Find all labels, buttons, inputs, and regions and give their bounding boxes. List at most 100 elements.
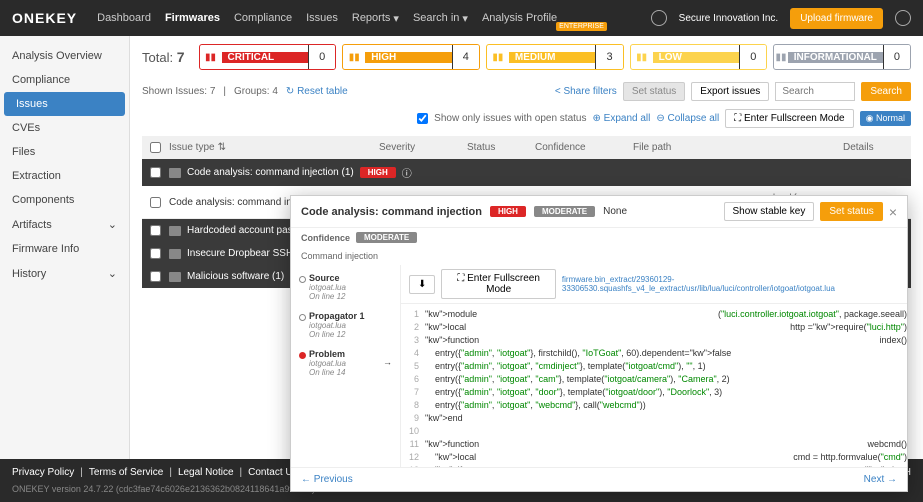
download-icon[interactable]: ⬇	[409, 275, 435, 294]
show-stable-key-button[interactable]: Show stable key	[724, 202, 815, 221]
arrow-right-icon: →	[383, 357, 392, 367]
close-icon[interactable]: ×	[889, 204, 897, 220]
nav-analysis-profile[interactable]: Analysis ProfileENTERPRISE	[482, 12, 607, 25]
nav-reports[interactable]: Reports ▾	[352, 12, 399, 25]
sidebar-item-files[interactable]: Files	[0, 140, 129, 164]
table-header: Issue type ⇅ Severity Status Confidence …	[142, 136, 911, 159]
main-nav: Dashboard Firmwares Compliance Issues Re…	[97, 12, 607, 25]
nav-firmwares[interactable]: Firmwares	[165, 12, 220, 25]
code-area[interactable]: 1"kw">module("luci.controller.iotgoat.io…	[401, 304, 907, 467]
severity-pill: HIGH	[490, 206, 526, 217]
nav-search-in[interactable]: Search in ▾	[413, 12, 468, 25]
upload-firmware-button[interactable]: Upload firmware	[790, 8, 883, 29]
sidebar-item-history[interactable]: History⌄	[0, 261, 129, 286]
previous-link[interactable]: ← Previous	[301, 474, 353, 485]
info-icon[interactable]: ⓘ	[402, 165, 412, 180]
shown-issues-label: Shown Issues: 7	[142, 86, 215, 97]
trace-problem[interactable]: Problem iotgoat.lua On line 14 →	[299, 349, 392, 377]
folder-icon	[169, 168, 181, 178]
stat-high[interactable]: ▮▮HIGH4	[342, 44, 480, 70]
folder-icon	[169, 272, 181, 282]
fullscreen-button[interactable]: ⛶ Enter Fullscreen Mode	[725, 109, 853, 128]
sidebar-item-issues[interactable]: Issues	[4, 92, 125, 116]
modal-header: Code analysis: command injection HIGH MO…	[291, 196, 907, 228]
group-checkbox[interactable]	[150, 167, 161, 178]
set-status-button[interactable]: Set status	[623, 82, 685, 101]
company-name: Secure Innovation Inc.	[679, 13, 779, 24]
bar-icon: ▮▮	[343, 52, 365, 63]
col-issue-type[interactable]: Issue type ⇅	[169, 142, 371, 153]
sidebar-item-extraction[interactable]: Extraction	[0, 164, 129, 188]
footer-privacy[interactable]: Privacy Policy	[12, 467, 74, 478]
total-count: Total: 7	[142, 49, 185, 65]
sidebar-item-compliance[interactable]: Compliance	[0, 68, 129, 92]
next-link[interactable]: Next →	[864, 474, 897, 485]
normal-badge[interactable]: ◉ Normal	[860, 111, 911, 126]
footer-terms[interactable]: Terms of Service	[89, 467, 163, 478]
stat-critical[interactable]: ▮▮CRITICAL0	[199, 44, 337, 70]
share-filters-link[interactable]: < Share filters	[555, 86, 617, 97]
bar-icon: ▮▮	[487, 52, 509, 63]
code-fullscreen-button[interactable]: ⛶ Enter Fullscreen Mode	[441, 269, 556, 299]
sidebar-item-firmware-info[interactable]: Firmware Info	[0, 237, 129, 261]
stat-low[interactable]: ▮▮LOW0	[630, 44, 768, 70]
folder-icon	[169, 226, 181, 236]
group-checkbox[interactable]	[150, 248, 161, 259]
filter-toolbar: Shown Issues: 7 | Groups: 4 ↻ Reset tabl…	[142, 82, 911, 101]
search-input[interactable]	[775, 82, 855, 101]
code-file-path: firmware.bin_extract/29360129-33306530.s…	[562, 275, 899, 293]
trace-propagator[interactable]: Propagator 1 iotgoat.lua On line 12	[299, 311, 392, 339]
select-all-checkbox[interactable]	[150, 142, 161, 153]
top-header: ONEKEY Dashboard Firmwares Compliance Is…	[0, 0, 923, 36]
col-status[interactable]: Status	[467, 142, 527, 153]
col-details[interactable]: Details	[843, 142, 903, 153]
severity-stats: Total: 7 ▮▮CRITICAL0 ▮▮HIGH4 ▮▮MEDIUM3 ▮…	[142, 44, 911, 70]
show-open-checkbox[interactable]	[417, 113, 428, 124]
sidebar-item-overview[interactable]: Analysis Overview	[0, 44, 129, 68]
group-checkbox[interactable]	[150, 271, 161, 282]
trace-panel: Source iotgoat.lua On line 12 Propagator…	[291, 265, 401, 467]
stat-info[interactable]: ▮▮INFORMATIONAL0	[773, 44, 911, 70]
row-checkbox[interactable]	[150, 197, 161, 208]
bar-icon: ▮▮	[631, 52, 653, 63]
export-issues-button[interactable]: Export issues	[691, 82, 769, 101]
trace-source[interactable]: Source iotgoat.lua On line 12	[299, 273, 392, 301]
code-toolbar: ⬇ ⛶ Enter Fullscreen Mode firmware.bin_e…	[401, 265, 907, 304]
logo: ONEKEY	[12, 10, 77, 26]
show-open-label: Show only issues with open status	[434, 113, 586, 124]
col-severity[interactable]: Severity	[379, 142, 459, 153]
expand-all-link[interactable]: ⊕ Expand all	[592, 113, 650, 124]
issue-detail-modal: Code analysis: command injection HIGH MO…	[290, 195, 908, 492]
sidebar-item-cves[interactable]: CVEs	[0, 116, 129, 140]
group-checkbox[interactable]	[150, 225, 161, 236]
confidence-pill: MODERATE	[534, 206, 595, 217]
col-confidence[interactable]: Confidence	[535, 142, 625, 153]
footer-legal[interactable]: Legal Notice	[178, 467, 234, 478]
nav-issues[interactable]: Issues	[306, 12, 338, 25]
chevron-down-icon: ⌄	[108, 218, 117, 231]
modal-title: Code analysis: command injection	[301, 206, 482, 218]
groups-label: Groups: 4	[234, 86, 278, 97]
status-text: None	[603, 206, 627, 217]
bar-icon: ▮▮	[774, 52, 787, 63]
search-button[interactable]: Search	[861, 82, 911, 101]
collapse-all-link[interactable]: ⊖ Collapse all	[656, 113, 719, 124]
modal-set-status-button[interactable]: Set status	[820, 202, 882, 221]
reset-table-link[interactable]: ↻ Reset table	[286, 86, 348, 97]
code-panel: ⬇ ⛶ Enter Fullscreen Mode firmware.bin_e…	[401, 265, 907, 467]
sidebar: Analysis Overview Compliance Issues CVEs…	[0, 36, 130, 502]
globe-icon	[651, 10, 667, 26]
view-toolbar: Show only issues with open status ⊕ Expa…	[142, 109, 911, 128]
nav-compliance[interactable]: Compliance	[234, 12, 292, 25]
sidebar-item-artifacts[interactable]: Artifacts⌄	[0, 212, 129, 237]
stat-medium[interactable]: ▮▮MEDIUM3	[486, 44, 624, 70]
nav-dashboard[interactable]: Dashboard	[97, 12, 151, 25]
modal-subtitle: Command injection	[291, 247, 907, 265]
sidebar-item-components[interactable]: Components	[0, 188, 129, 212]
modal-subheader: Confidence MODERATE	[291, 228, 907, 247]
col-file-path[interactable]: File path	[633, 142, 835, 153]
group-row-cmd-injection[interactable]: Code analysis: command injection (1)HIGH…	[142, 159, 911, 186]
chevron-down-icon: ⌄	[108, 267, 117, 280]
folder-icon	[169, 249, 181, 259]
user-icon[interactable]	[895, 10, 911, 26]
